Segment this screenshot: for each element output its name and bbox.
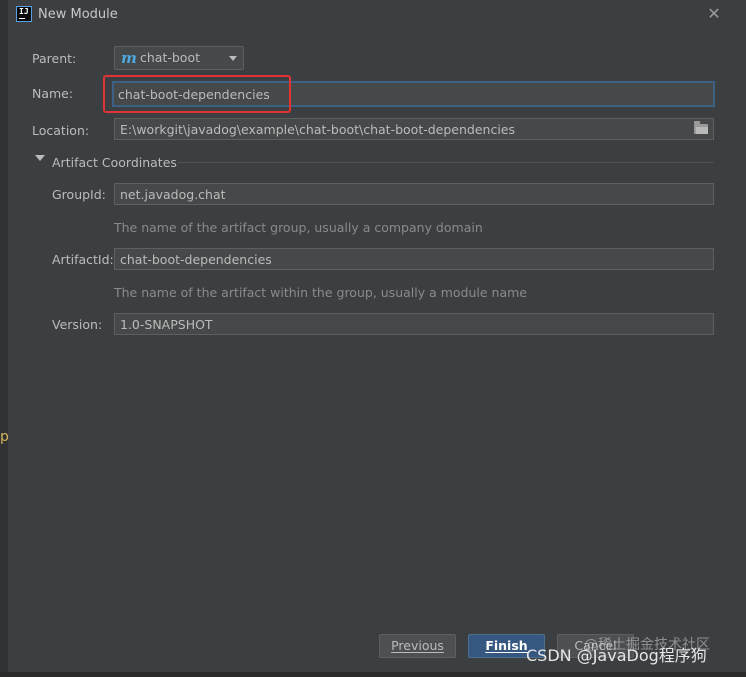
parent-label: Parent: (32, 51, 77, 66)
previous-button-label: Previous (391, 638, 444, 653)
section-divider (178, 162, 714, 163)
dialog-title: New Module (38, 7, 118, 22)
cancel-button[interactable]: Cancel (557, 634, 634, 658)
version-input[interactable] (114, 313, 714, 335)
maven-m-icon: m (121, 49, 137, 67)
location-label: Location: (32, 123, 90, 138)
finish-button-label: Finish (485, 638, 528, 653)
new-module-dialog: IJ New Module ✕ Parent: m chat-boot Name… (8, 0, 746, 672)
previous-button[interactable]: Previous (379, 634, 456, 658)
groupid-input[interactable] (114, 183, 714, 205)
folder-icon[interactable] (694, 121, 708, 134)
artifactid-input[interactable] (114, 248, 714, 270)
parent-dropdown-value: chat-boot (140, 50, 200, 65)
background-editor-edge: p (0, 0, 9, 677)
location-input[interactable] (114, 118, 714, 140)
finish-button[interactable]: Finish (468, 634, 545, 658)
bottom-strip (0, 672, 746, 677)
name-input[interactable] (112, 81, 715, 107)
intellij-app-icon: IJ (16, 6, 32, 22)
artifactid-hint: The name of the artifact within the grou… (114, 285, 527, 300)
screen: p IJ New Module ✕ Parent: m chat-boot Na… (0, 0, 746, 677)
parent-dropdown[interactable]: m chat-boot (114, 46, 244, 70)
cancel-button-label: Cancel (574, 638, 617, 653)
groupid-hint: The name of the artifact group, usually … (114, 220, 483, 235)
collapse-triangle-icon[interactable] (35, 155, 45, 161)
name-label: Name: (32, 86, 74, 101)
chevron-down-icon (229, 56, 237, 61)
artifact-section-title[interactable]: Artifact Coordinates (52, 155, 177, 171)
artifactid-label: ArtifactId: (52, 252, 114, 267)
groupid-label: GroupId: (52, 187, 106, 202)
version-label: Version: (52, 317, 103, 332)
dialog-titlebar: IJ New Module ✕ (8, 0, 746, 30)
close-icon[interactable]: ✕ (704, 4, 724, 24)
